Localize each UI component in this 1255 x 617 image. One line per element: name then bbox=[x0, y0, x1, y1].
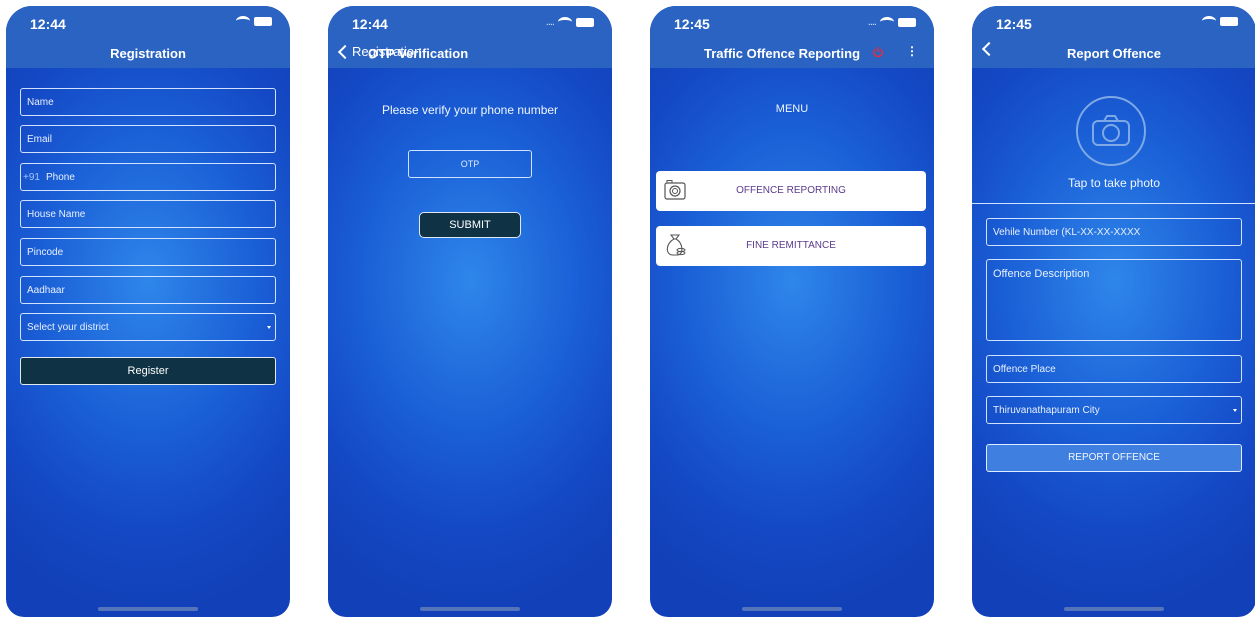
email-placeholder: Email bbox=[27, 134, 53, 145]
status-icons: .... bbox=[868, 16, 916, 28]
more-options-icon[interactable]: ⋮ bbox=[906, 44, 918, 58]
page-title: Report Offence bbox=[1067, 46, 1161, 61]
report-offence-button[interactable]: REPORT OFFENCE bbox=[986, 444, 1242, 472]
signal-icon: .... bbox=[545, 16, 555, 28]
navigation-bar: 12:45 .... Traffic Offence Reporting ⋮ bbox=[650, 6, 934, 68]
status-time: 12:44 bbox=[30, 16, 66, 32]
status-icons bbox=[236, 16, 272, 26]
money-bag-icon bbox=[666, 234, 686, 256]
district-select[interactable]: Thiruvanathapuram City bbox=[986, 396, 1242, 424]
battery-icon bbox=[254, 16, 272, 26]
divider bbox=[972, 203, 1255, 204]
status-time: 12:45 bbox=[996, 16, 1032, 32]
offence-place-field[interactable]: Offence Place bbox=[986, 355, 1242, 383]
district-placeholder: Select your district bbox=[27, 322, 109, 333]
offence-reporting-button[interactable]: OFFENCE REPORTING bbox=[656, 171, 926, 211]
wifi-icon bbox=[880, 17, 894, 27]
district-value: Thiruvanathapuram City bbox=[993, 405, 1100, 416]
name-placeholder: Name bbox=[27, 97, 54, 108]
home-indicator bbox=[742, 607, 842, 611]
menu-heading: MENU bbox=[775, 103, 809, 115]
battery-icon bbox=[1220, 16, 1238, 26]
phone-field[interactable]: +91 Phone bbox=[20, 163, 276, 191]
chevron-down-icon bbox=[1233, 409, 1237, 412]
battery-icon bbox=[576, 17, 594, 27]
signal-icon: .... bbox=[867, 16, 877, 28]
registration-screen: 12:44 Registration Name Email +91 Phone H… bbox=[6, 6, 290, 617]
chevron-left-icon bbox=[337, 44, 353, 59]
house-name-field[interactable]: House Name bbox=[20, 200, 276, 228]
navigation-bar: 12:44 Registration bbox=[6, 6, 290, 68]
camera-icon bbox=[1092, 115, 1130, 146]
navigation-bar: 12:44 .... Registration OTP Verification bbox=[328, 6, 612, 68]
aadhaar-placeholder: Aadhaar bbox=[27, 285, 65, 296]
take-photo-button[interactable] bbox=[1076, 96, 1146, 166]
battery-icon bbox=[898, 17, 916, 27]
navigation-bar: 12:45 Report Offence bbox=[972, 6, 1255, 68]
vehicle-placeholder: Vehile Number (KL-XX-XX-XXXX bbox=[993, 227, 1141, 238]
status-icons: .... bbox=[546, 16, 594, 28]
pincode-placeholder: Pincode bbox=[27, 247, 64, 258]
report-offence-screen: 12:45 Report Offence Tap to take photo V… bbox=[972, 6, 1255, 617]
email-field[interactable]: Email bbox=[20, 125, 276, 153]
register-button[interactable]: Register bbox=[20, 357, 276, 385]
submit-button[interactable]: SUBMIT bbox=[419, 212, 521, 238]
page-title: Registration bbox=[110, 46, 186, 61]
phone-placeholder: Phone bbox=[45, 172, 75, 183]
chevron-down-icon bbox=[267, 326, 271, 329]
fine-remittance-button[interactable]: FINE REMITTANCE bbox=[656, 226, 926, 266]
camera-icon bbox=[664, 180, 686, 200]
menu-screen: 12:45 .... Traffic Offence Reporting ⋮ M… bbox=[650, 6, 934, 617]
verify-prompt: Please verify your phone number bbox=[381, 103, 559, 117]
wifi-icon bbox=[558, 17, 572, 27]
power-icon[interactable] bbox=[872, 45, 884, 58]
menu-item-label: FINE REMITTANCE bbox=[746, 240, 836, 251]
photo-label: Tap to take photo bbox=[1067, 176, 1161, 190]
otp-input[interactable]: OTP bbox=[408, 150, 532, 178]
place-placeholder: Offence Place bbox=[993, 364, 1056, 375]
vehicle-number-field[interactable]: Vehile Number (KL-XX-XX-XXXX bbox=[986, 218, 1242, 246]
home-indicator bbox=[1064, 607, 1164, 611]
offence-description-field[interactable]: Offence Description bbox=[986, 259, 1242, 341]
description-placeholder: Offence Description bbox=[993, 268, 1090, 280]
wifi-icon bbox=[236, 16, 250, 26]
status-icons bbox=[1202, 16, 1238, 26]
wifi-icon bbox=[1202, 16, 1216, 26]
menu-item-label: OFFENCE REPORTING bbox=[736, 185, 846, 196]
home-indicator bbox=[420, 607, 520, 611]
house-name-placeholder: House Name bbox=[27, 209, 86, 220]
page-title: OTP Verification bbox=[368, 46, 469, 61]
country-code: +91 bbox=[23, 172, 40, 183]
home-indicator bbox=[98, 607, 198, 611]
pincode-field[interactable]: Pincode bbox=[20, 238, 276, 266]
otp-placeholder: OTP bbox=[460, 159, 480, 169]
name-field[interactable]: Name bbox=[20, 88, 276, 116]
aadhaar-field[interactable]: Aadhaar bbox=[20, 276, 276, 304]
otp-screen: 12:44 .... Registration OTP Verification… bbox=[328, 6, 612, 617]
status-time: 12:44 bbox=[352, 16, 388, 32]
status-time: 12:45 bbox=[674, 16, 710, 32]
district-select[interactable]: Select your district bbox=[20, 313, 276, 341]
